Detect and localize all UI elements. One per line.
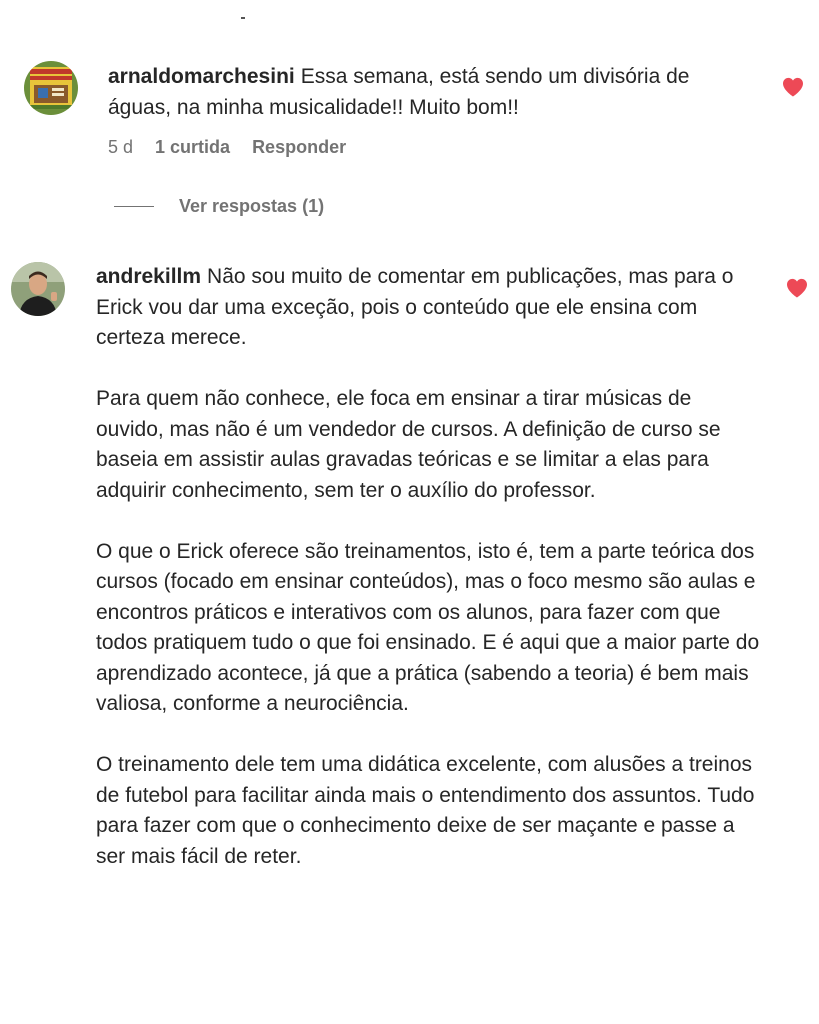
username[interactable]: andrekillm [96,265,201,288]
avatar-icon [11,262,65,316]
view-replies-button[interactable]: Ver respostas (1) [114,196,324,217]
avatar-icon [24,61,78,115]
heart-icon[interactable] [782,77,804,97]
likes-count[interactable]: 1 curtida [155,137,230,158]
comment-text: arnaldomarchesini Essa semana, está sendo… [108,62,758,123]
comment-paragraph: Para quem não conhece, ele foca em ensin… [96,387,721,502]
replies-line [114,206,154,207]
reply-button[interactable]: Responder [252,137,346,158]
comment-paragraph: O que o Erick oferece são treinamentos, … [96,539,760,716]
username[interactable]: arnaldomarchesini [108,65,295,88]
avatar[interactable] [11,262,65,316]
comment-text: andrekillm Não sou muito de comentar em p… [96,262,761,872]
divider-mark [241,17,245,19]
comment-time: 5 d [108,137,134,157]
comment-meta: 5 d 1 curtida Responder [108,137,368,158]
comment-paragraph: O treinamento dele tem uma didática exce… [96,753,755,868]
view-replies-label: Ver respostas (1) [179,196,325,216]
avatar[interactable] [24,61,78,115]
heart-icon[interactable] [786,278,808,298]
